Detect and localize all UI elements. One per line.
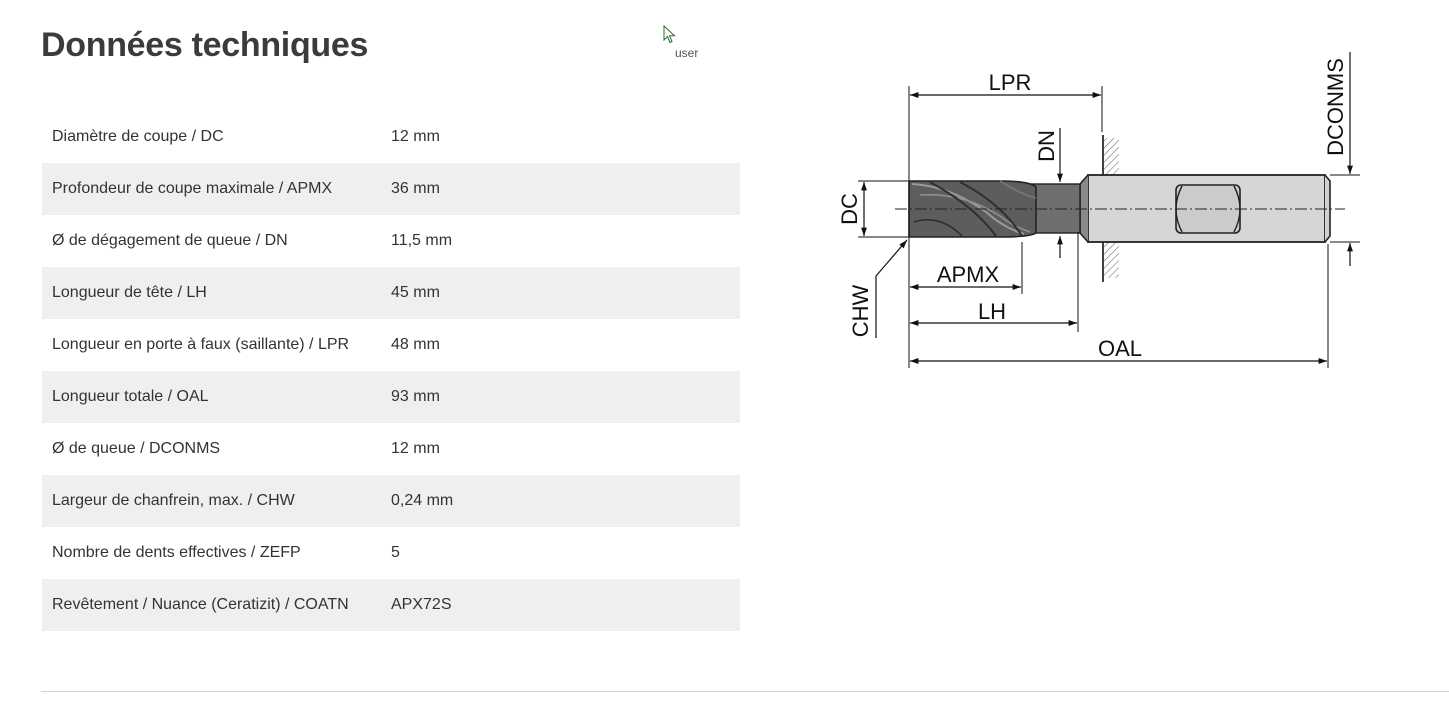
- spec-value: 48 mm: [391, 336, 440, 353]
- spec-label: Diamètre de coupe / DC: [52, 128, 224, 145]
- table-row: Diamètre de coupe / DC 12 mm: [42, 111, 740, 163]
- technical-data-table: Diamètre de coupe / DC 12 mm Profondeur …: [42, 111, 740, 631]
- spec-value: APX72S: [391, 579, 740, 631]
- end-mill-dimension-diagram: LPR APMX LH OAL DC DN DCONMS CHW: [837, 52, 1360, 368]
- dim-label-dn: DN: [1034, 130, 1059, 162]
- table-row: Ø de queue / DCONMS 12 mm: [42, 423, 740, 475]
- spec-value: 11,5 mm: [391, 232, 453, 249]
- spec-label: Profondeur de coupe maximale / APMX: [42, 163, 391, 215]
- table-row: Longueur totale / OAL 93 mm: [42, 371, 740, 423]
- spec-label: Nombre de dents effectives / ZEFP: [52, 544, 301, 561]
- dim-label-dc: DC: [837, 193, 862, 225]
- table-row: Revêtement / Nuance (Ceratizit) / COATN …: [42, 579, 740, 631]
- table-row: Longueur en porte à faux (saillante) / L…: [42, 319, 740, 371]
- dim-label-oal: OAL: [1098, 336, 1142, 361]
- spec-value: 0,24 mm: [391, 475, 740, 527]
- mouse-cursor-icon: [663, 25, 676, 44]
- page-title: Données techniques: [41, 26, 369, 64]
- spec-value: 36 mm: [391, 163, 740, 215]
- spec-value: 12 mm: [391, 128, 440, 145]
- spec-label: Longueur totale / OAL: [42, 371, 391, 423]
- dim-label-chw: CHW: [848, 284, 873, 337]
- table-row: Nombre de dents effectives / ZEFP 5: [42, 527, 740, 579]
- spec-label: Largeur de chanfrein, max. / CHW: [42, 475, 391, 527]
- spec-value: 93 mm: [391, 371, 740, 423]
- spec-label: Revêtement / Nuance (Ceratizit) / COATN: [42, 579, 391, 631]
- spec-label: Ø de queue / DCONMS: [52, 440, 221, 457]
- table-row: Longueur de tête / LH 45 mm: [42, 267, 740, 319]
- dim-label-apmx: APMX: [937, 262, 1000, 287]
- spec-label: Longueur de tête / LH: [42, 267, 391, 319]
- dim-label-lh: LH: [978, 299, 1006, 324]
- cursor-user-label: user: [675, 46, 699, 60]
- spec-value: 45 mm: [391, 267, 740, 319]
- spec-value: 5: [391, 544, 400, 561]
- table-row: Profondeur de coupe maximale / APMX 36 m…: [42, 163, 740, 215]
- table-row: Ø de dégagement de queue / DN 11,5 mm: [42, 215, 740, 267]
- spec-label: Longueur en porte à faux (saillante) / L…: [52, 336, 350, 353]
- dim-label-dconms: DCONMS: [1323, 58, 1348, 156]
- dim-label-lpr: LPR: [989, 70, 1032, 95]
- spec-label: Ø de dégagement de queue / DN: [52, 232, 288, 249]
- spec-value: 12 mm: [391, 440, 440, 457]
- section-divider: [41, 691, 1449, 692]
- table-row: Largeur de chanfrein, max. / CHW 0,24 mm: [42, 475, 740, 527]
